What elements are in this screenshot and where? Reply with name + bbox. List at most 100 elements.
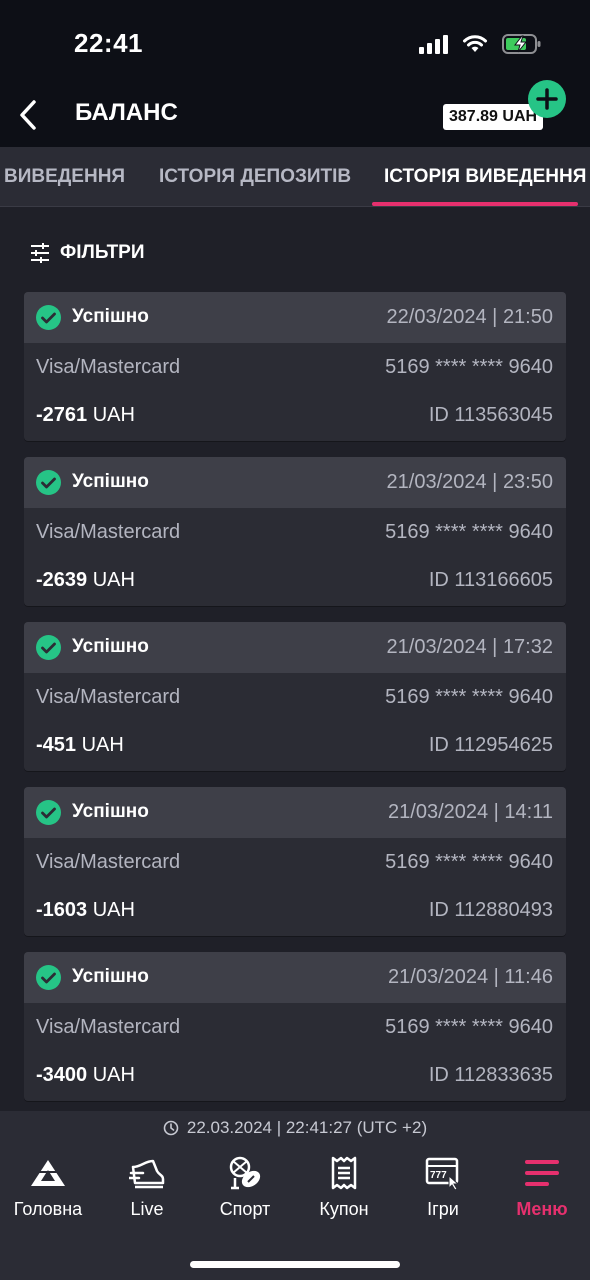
amount-value: -2639: [36, 569, 88, 591]
transaction-id: ID 113166605: [428, 569, 553, 591]
nav-games[interactable]: 777 Ігри: [393, 1155, 493, 1220]
nav-sport[interactable]: Спорт: [195, 1155, 295, 1220]
check-circle-icon: [36, 635, 61, 660]
tab-withdrawal[interactable]: ВИВЕДЕННЯ: [4, 147, 125, 207]
transaction-amount-row: -2761 UAH ID 113563045: [24, 392, 566, 441]
payment-method: Visa/Mastercard: [36, 1016, 181, 1038]
wifi-icon: [463, 35, 487, 52]
card-number: 5169 **** **** 9640: [385, 521, 553, 543]
home-indicator[interactable]: [190, 1261, 400, 1268]
transaction-card[interactable]: Успішно 22/03/2024 | 21:50 Visa/Masterca…: [24, 292, 566, 441]
transaction-card-header: Успішно 22/03/2024 | 21:50: [24, 292, 566, 343]
transaction-id: ID 112954625: [428, 734, 553, 756]
transaction-date: 21/03/2024 | 17:32: [386, 636, 553, 658]
transaction-amount: -3400 UAH: [36, 1064, 135, 1087]
app-header: БАЛАНС 387.89 UAH: [0, 80, 590, 147]
transaction-card-header: Успішно 21/03/2024 | 14:11: [24, 787, 566, 838]
transaction-card[interactable]: Успішно 21/03/2024 | 23:50 Visa/Masterca…: [24, 457, 566, 606]
status-bar: 22:41: [0, 0, 590, 85]
plus-icon: [536, 88, 558, 110]
transaction-method-row: Visa/Mastercard 5169 **** **** 9640: [24, 838, 566, 887]
transaction-method-row: Visa/Mastercard 5169 **** **** 9640: [24, 343, 566, 392]
check-circle-icon: [36, 800, 61, 825]
status-time: 22:41: [74, 28, 143, 58]
transaction-amount-row: -3400 UAH ID 112833635: [24, 1052, 566, 1101]
nav-menu[interactable]: Меню: [492, 1155, 590, 1220]
sport-icon: [229, 1156, 261, 1190]
active-tab-indicator: [372, 202, 578, 206]
transaction-card-header: Успішно 21/03/2024 | 11:46: [24, 952, 566, 1003]
transaction-date: 21/03/2024 | 14:11: [388, 801, 553, 823]
transaction-list: Успішно 22/03/2024 | 21:50 Visa/Masterca…: [24, 292, 566, 1117]
tab-withdrawal-history[interactable]: ІСТОРІЯ ВИВЕДЕННЯ: [384, 147, 586, 207]
transaction-card[interactable]: Успішно 21/03/2024 | 14:11 Visa/Masterca…: [24, 787, 566, 936]
amount-currency: UAH: [92, 404, 135, 426]
transaction-status: Успішно: [72, 636, 149, 657]
check-circle-icon: [36, 305, 61, 330]
transaction-status: Успішно: [72, 801, 149, 822]
transaction-id: ID 113563045: [428, 404, 553, 426]
back-button[interactable]: [8, 93, 48, 137]
nav-coupon[interactable]: Купон: [294, 1155, 394, 1220]
amount-value: -451: [36, 734, 77, 756]
nav-label: Купон: [319, 1199, 369, 1219]
bottom-navigation: 22.03.2024 | 22:41:27 (UTC +2) Головна L…: [0, 1111, 590, 1280]
filters-label: ФІЛЬТРИ: [60, 242, 145, 263]
home-icon: [31, 1160, 65, 1186]
transaction-card[interactable]: Успішно 21/03/2024 | 17:32 Visa/Masterca…: [24, 622, 566, 771]
transaction-card[interactable]: Успішно 21/03/2024 | 11:46 Visa/Masterca…: [24, 952, 566, 1101]
transaction-amount-row: -1603 UAH ID 112880493: [24, 887, 566, 936]
page-title: БАЛАНС: [75, 99, 178, 126]
transaction-date: 21/03/2024 | 11:46: [388, 966, 553, 988]
transaction-amount: -1603 UAH: [36, 899, 135, 922]
live-icon: [129, 1159, 165, 1189]
transaction-method-row: Visa/Mastercard 5169 **** **** 9640: [24, 508, 566, 557]
menu-icon: [525, 1160, 559, 1186]
server-timestamp: 22.03.2024 | 22:41:27 (UTC +2): [0, 1118, 590, 1138]
transaction-card-header: Успішно 21/03/2024 | 17:32: [24, 622, 566, 673]
transaction-amount: -451 UAH: [36, 734, 124, 757]
transaction-status: Успішно: [72, 471, 149, 492]
card-number: 5169 **** **** 9640: [385, 1016, 553, 1038]
amount-currency: UAH: [92, 1064, 135, 1086]
amount-currency: UAH: [92, 899, 135, 921]
payment-method: Visa/Mastercard: [36, 521, 181, 543]
tab-bar: ВИВЕДЕННЯ ІСТОРІЯ ДЕПОЗИТІВ ІСТОРІЯ ВИВЕ…: [0, 147, 590, 207]
cellular-signal-icon: [419, 34, 448, 54]
amount-value: -3400: [36, 1064, 88, 1086]
add-funds-button[interactable]: [528, 80, 566, 118]
nav-label: Live: [130, 1199, 164, 1219]
nav-live[interactable]: Live: [97, 1155, 197, 1220]
check-circle-icon: [36, 965, 61, 990]
transaction-amount-row: -451 UAH ID 112954625: [24, 722, 566, 771]
check-circle-icon: [36, 470, 61, 495]
transaction-date: 21/03/2024 | 23:50: [386, 471, 553, 493]
transaction-amount: -2761 UAH: [36, 404, 135, 427]
payment-method: Visa/Mastercard: [36, 851, 181, 873]
svg-text:777: 777: [430, 1170, 447, 1181]
chevron-left-icon: [20, 100, 36, 130]
clock-icon: [163, 1120, 179, 1136]
nav-label: Спорт: [219, 1199, 271, 1219]
payment-method: Visa/Mastercard: [36, 356, 181, 378]
filter-sliders-icon: [31, 243, 49, 263]
transaction-id: ID 112833635: [428, 1064, 553, 1086]
battery-icon: [502, 34, 541, 54]
transaction-id: ID 112880493: [428, 899, 553, 921]
nav-label: Меню: [516, 1199, 568, 1219]
nav-label: Ігри: [427, 1199, 459, 1219]
nav-label: Головна: [13, 1199, 83, 1219]
transaction-status: Успішно: [72, 966, 149, 987]
tab-deposit-history[interactable]: ІСТОРІЯ ДЕПОЗИТІВ: [159, 147, 351, 207]
balance-badge[interactable]: 387.89 UAH: [443, 104, 544, 130]
card-number: 5169 **** **** 9640: [385, 686, 553, 708]
amount-value: -2761: [36, 404, 88, 426]
filters-button[interactable]: ФІЛЬТРИ: [30, 238, 145, 268]
transaction-date: 22/03/2024 | 21:50: [386, 306, 553, 328]
status-icons: [419, 32, 542, 56]
card-number: 5169 **** **** 9640: [385, 851, 553, 873]
transaction-amount-row: -2639 UAH ID 113166605: [24, 557, 566, 606]
nav-home[interactable]: Головна: [0, 1155, 98, 1220]
transaction-method-row: Visa/Mastercard 5169 **** **** 9640: [24, 673, 566, 722]
timestamp-text: 22.03.2024 | 22:41:27 (UTC +2): [186, 1118, 428, 1137]
